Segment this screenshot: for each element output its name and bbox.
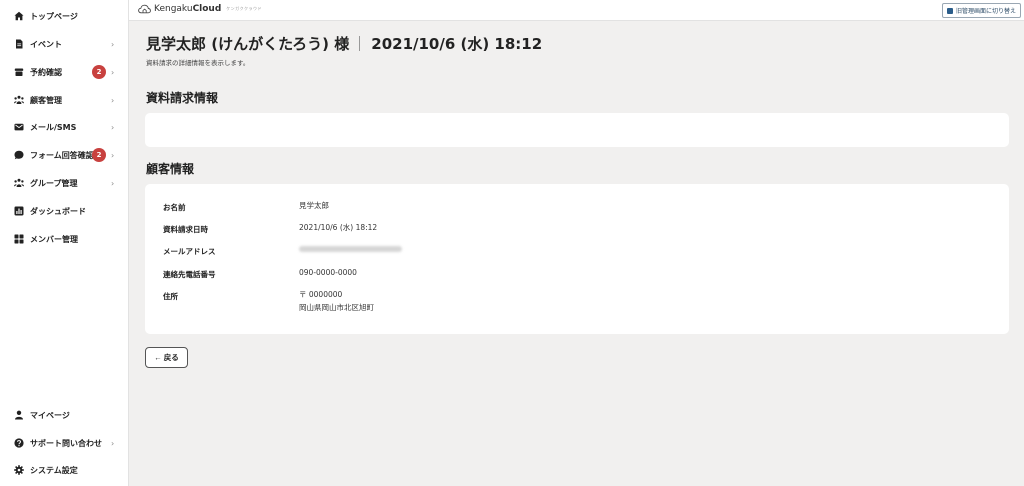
switch-legacy-admin-button[interactable]: 旧管理画面に切り替え <box>941 3 1021 18</box>
field-label: 住所 <box>163 292 178 301</box>
request-info-card <box>145 113 1009 147</box>
chevron-right-icon: › <box>111 122 115 132</box>
field-value-postal: 〒 0000000 <box>299 290 343 299</box>
gear-icon <box>14 465 24 475</box>
brand-subtitle: ケンガククラウド <box>226 6 263 11</box>
chevron-right-icon: › <box>111 95 115 105</box>
sidebar-item-label: 予約確認 <box>30 67 62 77</box>
logo[interactable]: KengakuCloud ケンガククラウド <box>138 4 262 14</box>
sidebar-item-label: 顧客管理 <box>30 95 62 105</box>
chevron-right-icon: › <box>111 150 115 160</box>
chevron-right-icon: › <box>111 67 115 77</box>
sidebar-item-label: マイページ <box>30 410 70 420</box>
title-divider <box>359 36 361 51</box>
user-icon <box>14 410 24 420</box>
page-title-name: 見学太郎 (けんがくたろう) 様 <box>146 35 350 53</box>
mail-icon <box>14 122 24 132</box>
chevron-right-icon: › <box>111 178 115 188</box>
switch-legacy-admin-label: 旧管理画面に切り替え <box>955 8 1016 15</box>
sidebar-item-support[interactable]: サポート問い合わせ › <box>0 432 129 454</box>
field-value-address: 岡山県岡山市北区旭町 <box>299 303 374 312</box>
home-icon <box>14 11 24 21</box>
sidebar-item-event[interactable]: イベント › <box>0 33 129 55</box>
page-description: 資料請求の詳細情報を表示します。 <box>146 59 250 67</box>
field-value: 2021/10/6 (水) 18:12 <box>299 223 378 232</box>
sidebar-item-label: ダッシュボード <box>30 206 86 216</box>
grid-icon <box>14 234 24 244</box>
sidebar-item-groups[interactable]: グループ管理 › <box>0 172 129 194</box>
sidebar-item-form-responses[interactable]: フォーム回答確認 2 › <box>0 144 129 166</box>
sidebar-item-dashboard[interactable]: ダッシュボード <box>0 200 129 222</box>
sidebar-item-system-settings[interactable]: システム設定 <box>0 459 129 481</box>
help-icon <box>14 438 24 448</box>
sidebar-item-label: イベント <box>30 39 62 49</box>
cloud-logo-icon <box>138 4 151 14</box>
chevron-right-icon: › <box>111 39 115 49</box>
field-value-redacted <box>299 243 402 256</box>
field-label: お名前 <box>163 203 186 212</box>
request-info-title: 資料請求情報 <box>146 91 219 105</box>
redacted-email <box>299 246 402 252</box>
sidebar-item-mail-sms[interactable]: メール/SMS › <box>0 116 129 138</box>
notification-badge: 2 <box>92 148 106 162</box>
sidebar-item-my-page[interactable]: マイページ <box>0 404 129 426</box>
field-label: 連絡先電話番号 <box>163 270 216 279</box>
sidebar: トップページ イベント › 予約確認 2 › 顧客管理 › メール/SMS › … <box>0 0 129 486</box>
page-title: 見学太郎 (けんがくたろう) 様 2021/10/6 (水) 18:12 <box>146 33 542 54</box>
people-icon <box>14 95 24 105</box>
field-value: 090-0000-0000 <box>299 268 357 277</box>
sidebar-item-top-page[interactable]: トップページ <box>0 5 129 27</box>
box-icon <box>14 67 24 77</box>
sidebar-item-label: フォーム回答確認 <box>30 150 94 160</box>
sidebar-item-members[interactable]: メンバー管理 <box>0 228 129 250</box>
brand-name: KengakuCloud <box>154 4 222 14</box>
field-label: メールアドレス <box>163 247 216 256</box>
switch-icon <box>946 7 953 14</box>
sidebar-item-reservations[interactable]: 予約確認 2 › <box>0 61 129 83</box>
sidebar-item-label: システム設定 <box>30 465 78 475</box>
sidebar-item-label: グループ管理 <box>30 178 78 188</box>
group-icon <box>14 178 24 188</box>
chevron-right-icon: › <box>111 438 115 448</box>
customer-info-card: お名前 見学太郎 資料請求日時 2021/10/6 (水) 18:12 メールア… <box>145 184 1009 334</box>
field-label: 資料請求日時 <box>163 225 208 234</box>
page-title-datetime: 2021/10/6 (水) 18:12 <box>371 35 543 53</box>
sidebar-item-label: トップページ <box>30 11 78 21</box>
sidebar-item-customers[interactable]: 顧客管理 › <box>0 89 129 111</box>
back-button[interactable]: ← 戻る <box>145 347 188 368</box>
chart-icon <box>14 206 24 216</box>
notification-badge: 2 <box>92 65 106 79</box>
sidebar-item-label: メール/SMS <box>30 122 77 132</box>
top-bar: KengakuCloud ケンガククラウド 旧管理画面に切り替え <box>129 0 1024 21</box>
customer-info-title: 顧客情報 <box>146 162 195 176</box>
field-value: 見学太郎 <box>299 201 329 210</box>
sidebar-item-label: メンバー管理 <box>30 234 78 244</box>
chat-icon <box>14 150 24 160</box>
document-icon <box>14 39 24 49</box>
sidebar-item-label: サポート問い合わせ <box>30 438 102 448</box>
